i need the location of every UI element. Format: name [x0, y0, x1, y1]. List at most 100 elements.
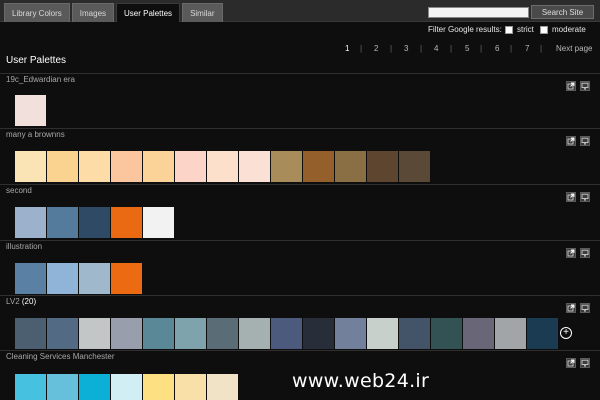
monitor-icon[interactable] [580, 81, 590, 91]
page-link-1[interactable]: 1 [345, 44, 349, 53]
page-separator: | [390, 44, 393, 53]
color-swatch[interactable] [463, 318, 494, 349]
color-swatch[interactable] [79, 374, 110, 400]
color-swatch[interactable] [79, 151, 110, 182]
color-swatch[interactable] [47, 151, 78, 182]
search-input[interactable] [428, 7, 529, 18]
page-separator: | [450, 44, 453, 53]
color-swatch[interactable] [335, 318, 366, 349]
color-swatch[interactable] [111, 151, 142, 182]
color-swatch[interactable] [111, 318, 142, 349]
palette-name[interactable]: second [6, 186, 32, 195]
open-external-icon[interactable] [566, 248, 576, 258]
color-swatch[interactable] [527, 318, 558, 349]
page-link-2[interactable]: 2 [374, 44, 378, 53]
color-swatch[interactable] [175, 318, 206, 349]
color-swatch[interactable] [367, 151, 398, 182]
color-swatch[interactable] [15, 374, 46, 400]
color-swatch[interactable] [143, 151, 174, 182]
color-swatch[interactable] [15, 207, 46, 238]
monitor-icon[interactable] [580, 136, 590, 146]
color-swatch[interactable] [111, 207, 142, 238]
color-swatch[interactable] [47, 374, 78, 400]
strict-checkbox[interactable] [505, 26, 513, 34]
open-external-icon[interactable] [566, 358, 576, 368]
tab-user-palettes[interactable]: User Palettes [116, 3, 181, 22]
palette-name[interactable]: illustration [6, 242, 42, 251]
color-swatch[interactable] [271, 318, 302, 349]
palette-actions [566, 248, 590, 258]
color-swatch[interactable] [399, 151, 430, 182]
color-swatch[interactable] [239, 318, 270, 349]
monitor-icon[interactable] [580, 358, 590, 368]
palette-actions [566, 192, 590, 202]
color-swatch[interactable] [47, 318, 78, 349]
color-swatch[interactable] [111, 263, 142, 294]
open-external-icon[interactable] [566, 192, 576, 202]
color-swatch[interactable] [15, 95, 46, 126]
search-site-button[interactable]: Search Site [531, 5, 594, 19]
open-external-icon[interactable] [566, 136, 576, 146]
palette-name-text: illustration [6, 242, 43, 251]
color-swatch[interactable] [207, 374, 238, 400]
tab-images[interactable]: Images [71, 3, 115, 22]
monitor-icon[interactable] [580, 303, 590, 313]
color-swatch[interactable] [175, 374, 206, 400]
moderate-checkbox[interactable] [540, 26, 548, 34]
palette-swatches [15, 318, 559, 349]
palette-name[interactable]: 19c_Edwardian era [6, 75, 75, 84]
color-swatch[interactable] [495, 318, 526, 349]
color-swatch[interactable] [143, 318, 174, 349]
color-swatch[interactable] [79, 207, 110, 238]
palette-name-text: many a brownns [6, 130, 65, 139]
color-swatch[interactable] [303, 151, 334, 182]
palette-divider [0, 295, 600, 296]
color-swatch[interactable] [15, 318, 46, 349]
color-swatch[interactable] [47, 263, 78, 294]
color-swatch[interactable] [431, 318, 462, 349]
color-swatch[interactable] [207, 318, 238, 349]
page-link-6[interactable]: 6 [495, 44, 499, 53]
add-color-icon[interactable]: + [560, 327, 572, 339]
palette-actions [566, 358, 590, 368]
color-swatch[interactable] [335, 151, 366, 182]
palette-swatches [15, 207, 175, 238]
palette-name[interactable]: LV2 (20) [6, 297, 36, 306]
page-link-7[interactable]: 7 [525, 44, 529, 53]
monitor-icon[interactable] [580, 192, 590, 202]
color-swatch[interactable] [79, 318, 110, 349]
color-swatch[interactable] [143, 374, 174, 400]
color-swatch[interactable] [15, 151, 46, 182]
palette-name[interactable]: many a brownns [6, 130, 65, 139]
color-swatch[interactable] [111, 374, 142, 400]
next-page-link[interactable]: Next page [556, 44, 592, 53]
open-external-icon[interactable] [566, 303, 576, 313]
tab-library-colors[interactable]: Library Colors [4, 3, 70, 22]
palette-name[interactable]: Cleaning Services Manchester [6, 352, 115, 361]
palette-name-text: second [6, 186, 32, 195]
palette-actions [566, 81, 590, 91]
palette-name-text: LV2 [6, 297, 20, 306]
palette-swatches [15, 374, 239, 400]
color-swatch[interactable] [207, 151, 238, 182]
monitor-icon[interactable] [580, 248, 590, 258]
page-link-3[interactable]: 3 [404, 44, 408, 53]
color-swatch[interactable] [271, 151, 302, 182]
tab-similar[interactable]: Similar [182, 3, 223, 22]
color-swatch[interactable] [175, 151, 206, 182]
color-swatch[interactable] [399, 318, 430, 349]
color-swatch[interactable] [15, 263, 46, 294]
open-external-icon[interactable] [566, 81, 576, 91]
page-separator: | [540, 44, 543, 53]
page-separator: | [420, 44, 423, 53]
color-swatch[interactable] [367, 318, 398, 349]
color-swatch[interactable] [239, 151, 270, 182]
page-link-5[interactable]: 5 [465, 44, 469, 53]
color-swatch[interactable] [79, 263, 110, 294]
palette-divider [0, 73, 600, 74]
color-swatch[interactable] [143, 207, 174, 238]
palette-divider [0, 128, 600, 129]
color-swatch[interactable] [47, 207, 78, 238]
color-swatch[interactable] [303, 318, 334, 349]
page-link-4[interactable]: 4 [434, 44, 438, 53]
